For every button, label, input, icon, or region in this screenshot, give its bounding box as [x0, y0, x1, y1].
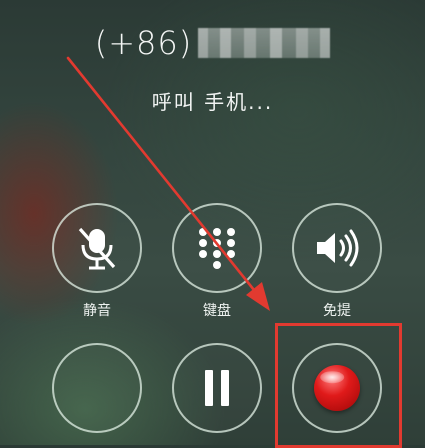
- speaker-button[interactable]: [292, 203, 382, 293]
- call-status: 呼叫 手机...: [151, 90, 274, 114]
- mute-label: 静音: [83, 303, 111, 319]
- record-highlight-box: [275, 323, 402, 448]
- country-code: (+86): [94, 24, 193, 62]
- speaker-label: 免提: [323, 303, 351, 319]
- caller-number: (+86): [0, 24, 425, 62]
- microphone-slash-icon: [78, 227, 116, 270]
- pause-icon: [205, 370, 229, 406]
- speaker-icon: [317, 229, 359, 267]
- masked-phone-number: [198, 28, 331, 58]
- keypad-grid-icon: [199, 228, 235, 269]
- call-screen: (+86) 呼叫 手机... 静音 键盘 免提: [0, 0, 425, 448]
- mute-button[interactable]: [52, 203, 142, 293]
- blank-button[interactable]: [52, 343, 142, 433]
- keypad-button[interactable]: [172, 203, 262, 293]
- keypad-label: 键盘: [203, 303, 231, 319]
- hold-button[interactable]: [172, 343, 262, 433]
